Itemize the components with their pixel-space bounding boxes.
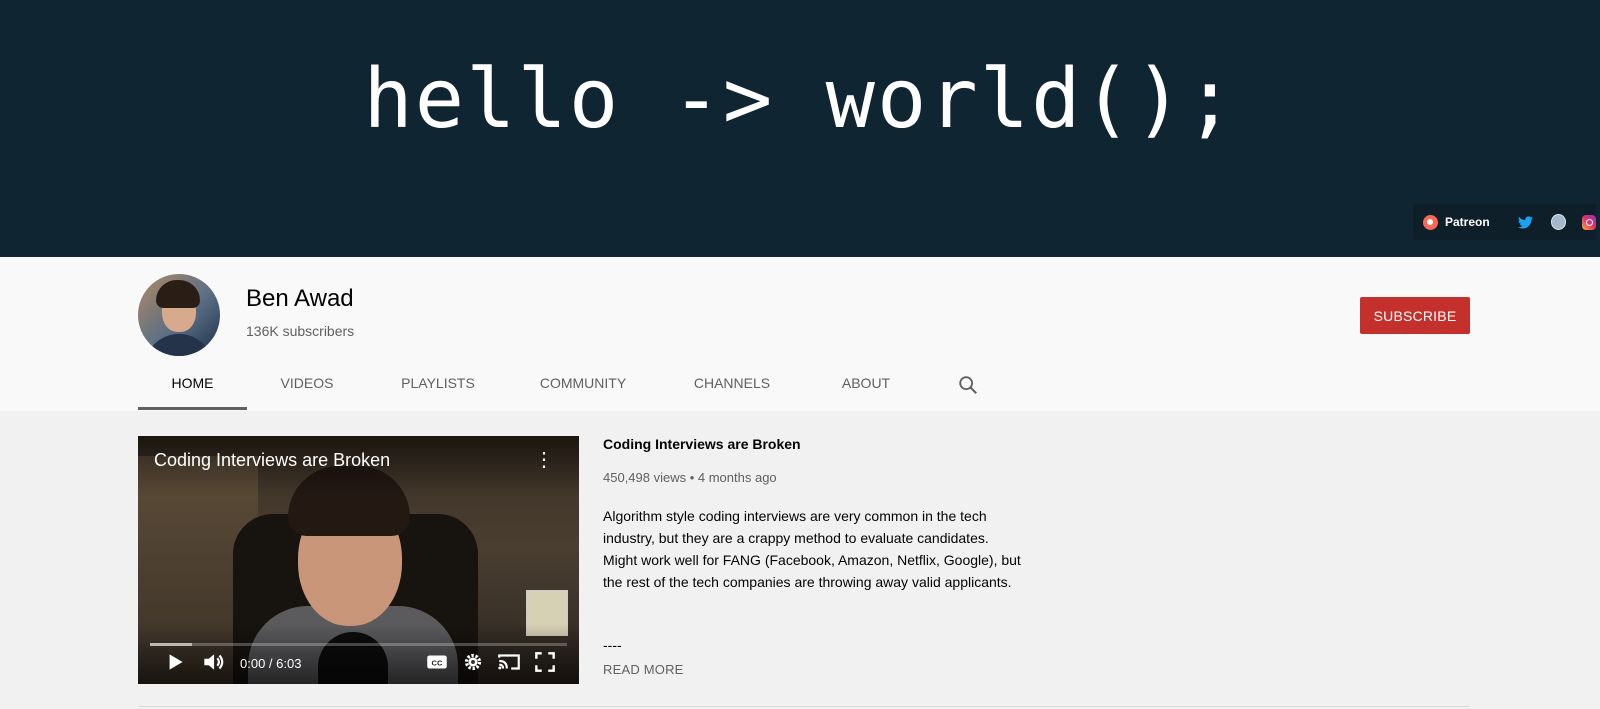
featured-video-title[interactable]: Coding Interviews are Broken [603,436,801,452]
fullscreen-icon[interactable] [532,649,558,675]
settings-icon[interactable] [460,649,486,675]
tab-playlists[interactable]: PLAYLISTS [392,357,484,409]
tab-videos[interactable]: VIDEOS [267,357,347,409]
channel-banner: hello -> world(); Patreon [0,0,1600,257]
video-description: Algorithm style coding interviews are ve… [603,508,1021,590]
globe-icon[interactable] [1550,214,1566,230]
playback-time: 0:00 / 6:03 [240,656,302,671]
instagram-icon[interactable] [1581,214,1596,230]
patreon-link[interactable]: Patreon [1413,214,1490,230]
channel-header: Ben Awad 136K subscribers SUBSCRIBE HOME… [0,257,1600,411]
more-options-icon[interactable]: ⋮ [534,449,554,471]
video-meta: 450,498 views • 4 months ago [603,470,777,485]
subscriber-count: 136K subscribers [246,323,355,339]
patreon-label: Patreon [1445,215,1490,229]
featured-video-player[interactable]: Coding Interviews are Broken ⋮ 0:00 / 6:… [138,436,579,684]
twitter-icon[interactable] [1517,215,1533,229]
tab-about[interactable]: ABOUT [832,357,900,409]
channel-links: Patreon [1413,204,1596,240]
buffered-fill [150,643,192,646]
search-icon[interactable] [957,374,979,396]
progress-bar[interactable] [150,643,567,646]
captions-icon[interactable]: CC [424,649,450,675]
cast-icon[interactable] [496,649,522,675]
subscribe-button[interactable]: SUBSCRIBE [1360,297,1470,334]
volume-icon[interactable] [200,649,226,675]
play-icon[interactable] [162,649,188,675]
tab-channels[interactable]: CHANNELS [688,357,776,409]
read-more-button[interactable]: READ MORE [603,662,684,677]
channel-name: Ben Awad [246,285,354,312]
tab-home[interactable]: HOME [138,357,247,410]
description-separator: ---- [603,637,622,653]
tab-community[interactable]: COMMUNITY [534,357,632,409]
channel-avatar[interactable] [138,274,220,356]
player-video-title[interactable]: Coding Interviews are Broken [154,450,390,471]
section-divider [138,706,1470,707]
svg-text:CC: CC [432,658,443,667]
patreon-icon [1423,214,1438,230]
banner-text: hello -> world(); [363,52,1237,147]
